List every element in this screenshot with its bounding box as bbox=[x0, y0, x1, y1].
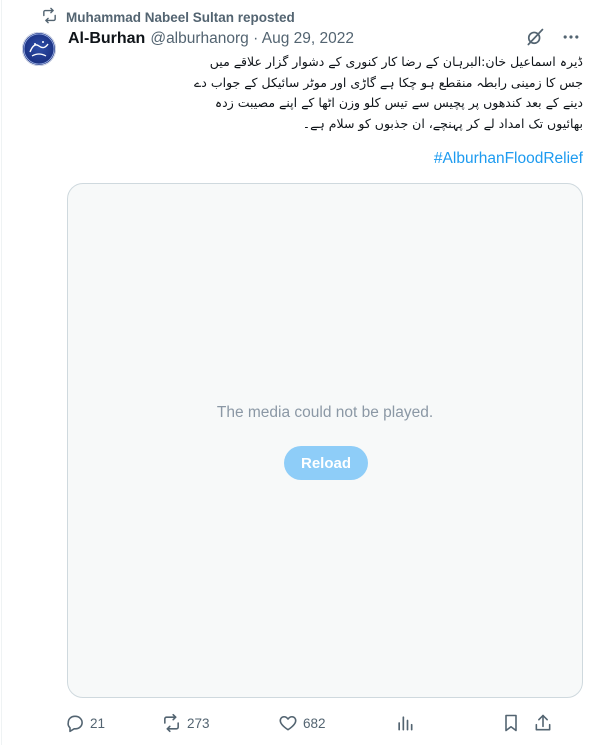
media-container: The media could not be played. Reload bbox=[67, 183, 583, 698]
reply-icon bbox=[65, 713, 85, 733]
reply-button[interactable]: 21 bbox=[65, 713, 161, 733]
action-bar: 21 273 682 bbox=[65, 710, 583, 736]
like-count: 682 bbox=[303, 715, 326, 731]
repost-action-icon bbox=[161, 713, 182, 733]
tweet-line: ڈیرہ اسماعیل خان:البرہان کے رضا کار کنور… bbox=[209, 54, 583, 69]
reload-button[interactable]: Reload bbox=[284, 446, 368, 480]
heart-icon bbox=[278, 713, 298, 733]
avatar-logo-icon bbox=[23, 33, 55, 65]
tweet-line: جس کا زمینی رابطہ منقطع ہو چکا ہے گاڑی ا… bbox=[193, 74, 583, 90]
bookmark-icon bbox=[501, 713, 521, 733]
repost-button[interactable]: 273 bbox=[161, 713, 278, 733]
separator-dot: · bbox=[253, 30, 259, 47]
repost-count: 273 bbox=[187, 715, 210, 731]
like-button[interactable]: 682 bbox=[278, 713, 395, 733]
author-handle[interactable]: @alburhanorg · Aug 29, 2022 bbox=[150, 30, 354, 48]
analytics-icon bbox=[395, 713, 415, 733]
repost-icon bbox=[41, 7, 58, 27]
share-button[interactable] bbox=[533, 713, 553, 733]
grok-icon[interactable] bbox=[525, 27, 545, 52]
tweet-card: Muhammad Nabeel Sultan reposted Al-Burha… bbox=[1, 0, 599, 745]
tweet-line: دینے کے بعد کندھوں پر پچیس سے تیس کلو وز… bbox=[214, 95, 583, 110]
author-name[interactable]: Al-Burhan bbox=[68, 30, 145, 48]
hashtag-link[interactable]: #AlburhanFloodRelief bbox=[434, 150, 583, 168]
avatar[interactable] bbox=[22, 32, 56, 66]
reply-count: 21 bbox=[90, 715, 106, 731]
tweet-header: Al-Burhan @alburhanorg · Aug 29, 2022 bbox=[68, 28, 581, 50]
share-icon bbox=[533, 713, 553, 733]
views-button[interactable] bbox=[395, 713, 501, 733]
media-error-message: The media could not be played. bbox=[216, 404, 434, 421]
bookmark-button[interactable] bbox=[501, 713, 533, 733]
repost-indicator[interactable]: Muhammad Nabeel Sultan reposted bbox=[41, 7, 295, 27]
repost-text: Muhammad Nabeel Sultan reposted bbox=[66, 9, 295, 25]
tweet-line: بھائیوں تک امداد لے کر پہنچے، ان جذبوں ک… bbox=[302, 115, 583, 131]
tweet-date[interactable]: Aug 29, 2022 bbox=[262, 30, 354, 47]
more-icon[interactable] bbox=[561, 27, 581, 52]
tweet-text: ڈیرہ اسماعیل خان:البرہان کے رضا کار کنور… bbox=[68, 52, 583, 134]
